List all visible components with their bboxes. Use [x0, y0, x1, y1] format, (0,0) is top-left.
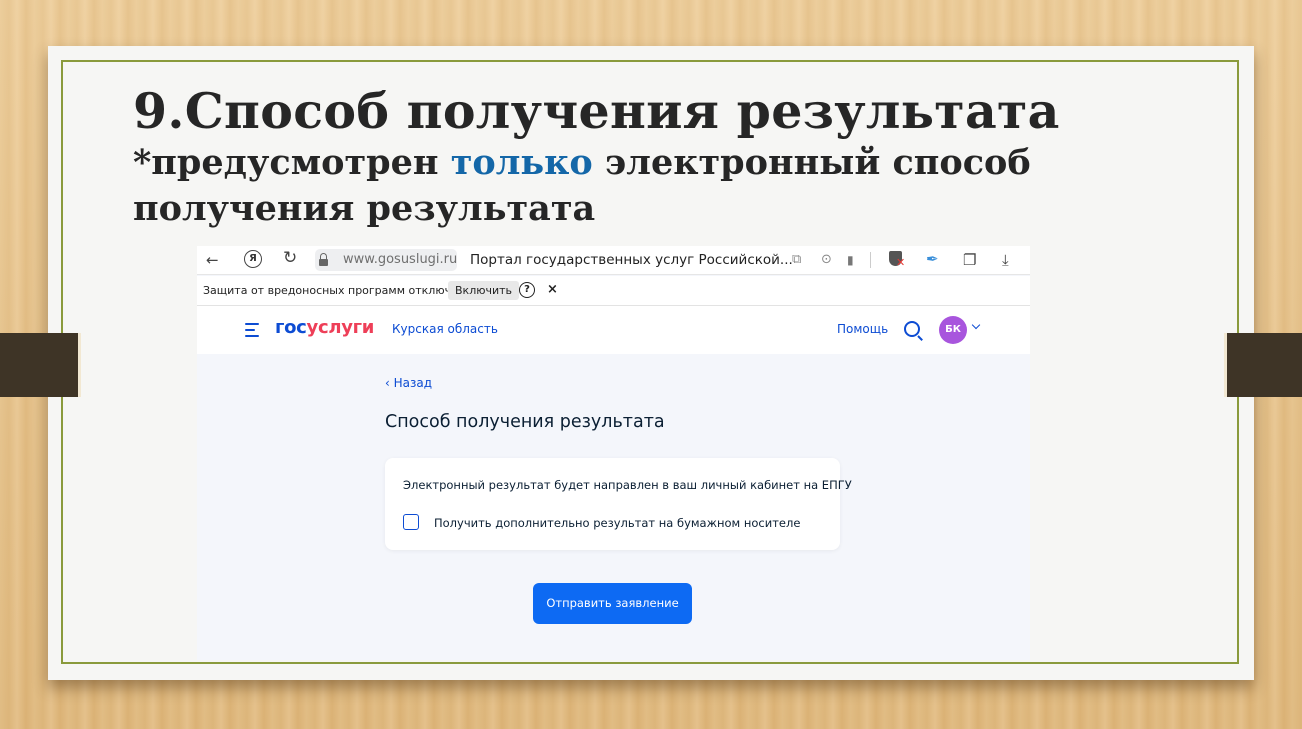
download-icon[interactable]: ⤓: [1002, 250, 1009, 270]
reload-icon[interactable]: ↻: [283, 248, 297, 268]
search-icon[interactable]: [904, 321, 920, 337]
back-link[interactable]: ‹ Назад: [385, 376, 432, 390]
subtitle-text-start: *предусмотрен: [133, 142, 451, 183]
slide-title: 9.Способ получения результата: [133, 82, 1060, 140]
browser-toolbar: ← Я ↻ www.gosuslugi.ru Портал государств…: [197, 246, 1030, 275]
feather-icon[interactable]: ✒: [926, 250, 939, 268]
result-method-card: Электронный результат будет направлен в …: [385, 458, 852, 550]
paper-result-checkbox[interactable]: [403, 514, 419, 530]
help-link[interactable]: Помощь: [837, 322, 888, 336]
form-title: Способ получения результата: [385, 412, 665, 432]
yandex-icon[interactable]: Я: [244, 250, 262, 268]
gosuslugi-logo[interactable]: госуслуги: [275, 317, 374, 338]
chevron-down-icon[interactable]: [971, 320, 981, 330]
slide-subtitle: *предусмотрен только электронный способ …: [133, 140, 1133, 232]
logo-part-gos: гос: [275, 317, 307, 338]
paper-result-checkbox-label[interactable]: Получить дополнительно результат на бума…: [434, 516, 800, 530]
site-header: госуслуги Курская область Помощь БК: [197, 306, 1030, 354]
close-icon[interactable]: ×: [547, 282, 558, 297]
shield-disabled-icon: ✕: [896, 256, 906, 269]
help-icon[interactable]: ?: [519, 282, 535, 298]
extensions-icon[interactable]: ❐: [963, 250, 976, 270]
warning-text: Защита от вредоносных программ отключена: [203, 284, 472, 297]
security-warning-bar: Защита от вредоносных программ отключена…: [197, 276, 1030, 306]
enable-protection-button[interactable]: Включить: [448, 281, 520, 300]
url-text[interactable]: www.gosuslugi.ru: [343, 252, 457, 267]
bookmark-icon[interactable]: ▮: [847, 250, 854, 270]
back-arrow-icon[interactable]: ←: [206, 250, 219, 270]
region-link[interactable]: Курская область: [392, 322, 498, 336]
page-title-text: Портал государственных услуг Российской.…: [470, 252, 793, 268]
submit-application-button[interactable]: Отправить заявление: [533, 583, 692, 624]
logo-part-uslugi: услуги: [306, 317, 375, 338]
right-strap-decoration: [1224, 333, 1302, 397]
toolbar-separator: [870, 252, 871, 268]
zoom-icon[interactable]: ⊙: [821, 250, 832, 270]
subtitle-highlight: только: [450, 142, 593, 183]
lock-icon: [319, 253, 328, 266]
avatar[interactable]: БК: [939, 316, 967, 344]
menu-icon[interactable]: [245, 323, 261, 337]
browser-screenshot: ← Я ↻ www.gosuslugi.ru Портал государств…: [197, 246, 1030, 660]
left-strap-decoration: [0, 333, 81, 397]
electronic-result-info: Электронный результат будет направлен в …: [403, 478, 852, 492]
copy-icon[interactable]: ⧉: [792, 250, 801, 270]
